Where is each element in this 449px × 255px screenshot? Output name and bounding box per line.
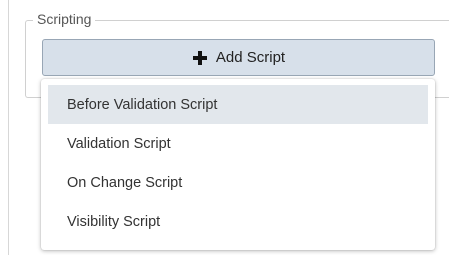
add-script-label: Add Script <box>215 48 286 66</box>
script-editor-area: Scripting Add Script Before Validation S… <box>0 0 449 255</box>
plus-icon <box>192 50 207 65</box>
menu-item-label: Before Validation Script <box>67 96 218 113</box>
add-script-button[interactable]: Add Script <box>42 39 435 76</box>
menu-item-on-change-script[interactable]: On Change Script <box>48 163 428 202</box>
menu-item-label: Visibility Script <box>67 213 161 230</box>
menu-item-visibility-script[interactable]: Visibility Script <box>48 202 428 241</box>
menu-item-label: On Change Script <box>67 174 183 191</box>
add-script-dropdown-menu: Before Validation Script Validation Scri… <box>41 79 435 250</box>
menu-item-validation-script[interactable]: Validation Script <box>48 124 428 163</box>
panel-border <box>8 0 9 255</box>
scripting-legend: Scripting <box>33 9 96 29</box>
menu-item-before-validation-script[interactable]: Before Validation Script <box>48 85 428 124</box>
menu-item-label: Validation Script <box>67 135 171 152</box>
